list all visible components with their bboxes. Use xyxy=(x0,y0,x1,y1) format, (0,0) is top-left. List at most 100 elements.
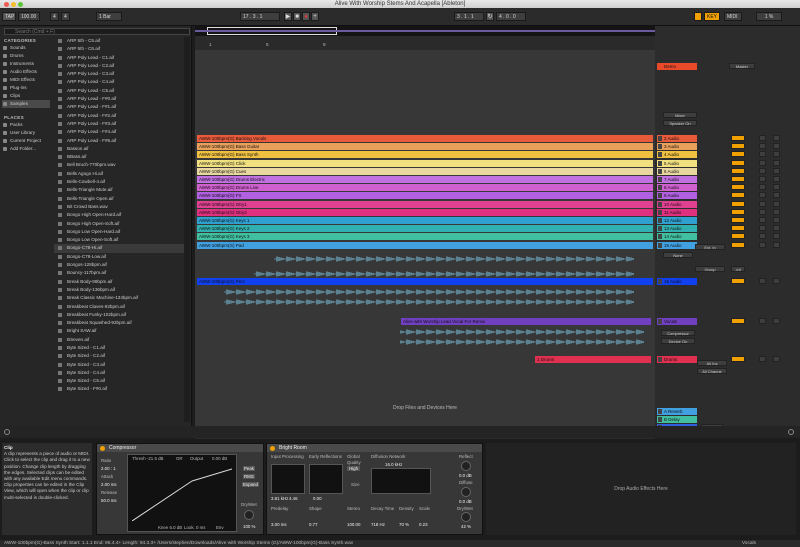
track-fold-icon[interactable] xyxy=(658,201,662,207)
demo-title-bar[interactable]: Demo xyxy=(657,63,697,70)
arm-button[interactable] xyxy=(773,225,780,232)
diffuse-value[interactable]: 0.0 dB xyxy=(459,499,472,504)
solo-button[interactable] xyxy=(759,233,766,240)
category-item[interactable]: Clips xyxy=(2,92,50,100)
return-title-bar[interactable]: B Delay xyxy=(657,416,697,423)
track-lane[interactable]: AWW-100bpm(G) Drums Electric xyxy=(195,176,655,184)
overdub-icon[interactable]: + xyxy=(311,12,319,21)
file-item[interactable]: ARP Poly Lead - C4.aif xyxy=(54,78,184,86)
arm-button[interactable] xyxy=(773,318,780,324)
file-item[interactable]: Bells-Triangle Mute.aif xyxy=(54,186,184,194)
arm-button[interactable] xyxy=(773,208,780,215)
file-item[interactable]: Bright SAW.aif xyxy=(54,327,184,335)
compressor-display[interactable]: Thresh -21.5 dB GR Output 0.00 dB Knee 6… xyxy=(127,454,237,532)
mixer-button[interactable]: Mixer xyxy=(663,112,697,118)
track-lane[interactable]: AWW-100bpm(G) Gtry2 xyxy=(195,208,655,217)
track-title-bar[interactable]: 14 Audio xyxy=(657,233,697,241)
audio-clip[interactable]: AWW-100bpm(G) Backing Vocals xyxy=(197,135,653,142)
track-title-bar[interactable]: 5 Audio xyxy=(657,159,697,167)
track-volume[interactable] xyxy=(731,184,745,191)
lookahead-value[interactable]: Look. 0 ms xyxy=(184,525,205,530)
midi-map-button[interactable]: MIDI xyxy=(724,12,742,21)
solo-button[interactable] xyxy=(759,241,766,248)
file-item[interactable]: ARP Poly Lead - F#3.aif xyxy=(54,120,184,128)
solo-button[interactable] xyxy=(759,278,766,284)
lowcut-value[interactable]: 3.81 kHz xyxy=(271,496,288,501)
track-lane[interactable]: AWW-100bpm(G) Pad xyxy=(195,241,655,250)
solo-button[interactable] xyxy=(759,356,766,362)
diffusion-display[interactable] xyxy=(371,468,431,494)
spin-value[interactable]: 0.00 xyxy=(313,496,322,501)
output-value[interactable]: 0.00 dB xyxy=(212,456,227,461)
track-title-bar[interactable]: Drums xyxy=(657,356,697,363)
attack-value[interactable]: 2.00 ms xyxy=(101,482,117,487)
track-title-bar[interactable]: 8 Audio xyxy=(657,184,697,192)
audio-clip[interactable]: 1 Drums xyxy=(535,356,651,363)
audio-clip[interactable]: AWW-100bpm(G) Pad xyxy=(197,241,653,249)
file-item[interactable]: ARP Poly Lead - C3.aif xyxy=(54,70,184,78)
volume-readout[interactable]: -inf xyxy=(731,266,745,272)
track-title-bar[interactable]: Vocals xyxy=(657,318,697,325)
category-item[interactable]: Samples xyxy=(2,100,50,108)
reflect-knob[interactable] xyxy=(461,461,471,471)
file-item[interactable]: Bongo High Open-Hard.aif xyxy=(54,211,184,219)
file-item[interactable]: Bells Agogo Hi.aif xyxy=(54,170,184,178)
arm-button[interactable] xyxy=(773,217,780,223)
category-item[interactable]: Drums xyxy=(2,52,50,60)
track-fold-icon[interactable] xyxy=(658,152,662,158)
track-fold-icon[interactable] xyxy=(658,234,662,240)
browser-search-input[interactable]: Search (Cmd + F) xyxy=(4,28,190,35)
track-fold-icon[interactable] xyxy=(658,177,662,182)
file-item[interactable]: ARP Poly Lead - C2.aif xyxy=(54,62,184,70)
category-item[interactable]: Plug-ins xyxy=(2,84,50,92)
audio-clip[interactable]: AWW-100bpm(G) Bass Synth xyxy=(197,151,653,159)
track-fold-icon[interactable] xyxy=(658,185,662,191)
arm-button[interactable] xyxy=(773,176,780,182)
track-fold-icon[interactable] xyxy=(658,357,662,362)
track-fold-icon[interactable] xyxy=(658,279,662,284)
place-item[interactable]: User Library xyxy=(2,129,50,137)
audio-clip[interactable]: Alive with Worship Lead Vocal For Remix xyxy=(401,318,651,325)
file-item[interactable]: Byte Sized - F#0.aif xyxy=(54,385,184,393)
place-item[interactable]: Add Folder... xyxy=(2,145,50,153)
track-title-bar[interactable]: 15 Audio xyxy=(657,241,697,249)
arm-button[interactable] xyxy=(773,233,780,240)
file-item[interactable]: ARP Poly Lead - F#0.aif xyxy=(54,95,184,103)
input-channel-select[interactable]: Device On xyxy=(661,338,695,344)
arm-button[interactable] xyxy=(773,135,780,141)
track-title-bar[interactable]: 2 Audio xyxy=(657,135,697,142)
beat-time-ruler[interactable]: 1 5 9 xyxy=(195,36,655,50)
track-title-bar[interactable]: 6 Audio xyxy=(657,167,697,175)
diffusion-freq-value[interactable]: 16.0 kHz xyxy=(385,462,402,467)
track-lane[interactable]: AWW-100bpm(G) Drums Live xyxy=(195,184,655,192)
input-type-select[interactable]: Compressor xyxy=(661,330,695,336)
audio-clip[interactable]: AWW-100bpm(G) Click xyxy=(197,159,653,167)
track-lane[interactable]: AWW-100bpm(G) Backing Vocals xyxy=(195,135,655,143)
file-item[interactable]: Breakbeat Squashed-92bpm.aif xyxy=(54,319,184,327)
arm-button[interactable] xyxy=(773,278,780,284)
file-item[interactable]: BBass.aif xyxy=(54,153,184,161)
arm-button[interactable] xyxy=(773,167,780,174)
play-icon[interactable]: ▶ xyxy=(284,12,292,21)
file-item[interactable]: ARP Poly Lead - C1.aif xyxy=(54,54,184,62)
track-lane[interactable]: AWW-100bpm(G) Keys 2 xyxy=(195,225,655,233)
file-item[interactable]: Bell Bruch-770bpm.wav xyxy=(54,161,184,169)
track-fold-icon[interactable] xyxy=(658,136,662,141)
file-item[interactable]: ARP 5th - C6.aif xyxy=(54,45,184,53)
solo-button[interactable] xyxy=(759,184,766,191)
release-value[interactable]: 50.0 ms xyxy=(101,498,117,503)
signature-denominator[interactable]: 4 xyxy=(61,12,70,21)
solo-button[interactable] xyxy=(759,208,766,215)
category-item[interactable]: Audio Effects xyxy=(2,68,50,76)
track-title-bar[interactable]: 4 Audio xyxy=(657,151,697,159)
solo-button[interactable] xyxy=(759,217,766,223)
env-label[interactable]: Env xyxy=(216,525,224,530)
loop-icon[interactable]: ↻ xyxy=(486,12,494,21)
solo-button[interactable] xyxy=(759,167,766,174)
drywet-value[interactable]: 100 % xyxy=(243,524,255,529)
track-volume[interactable] xyxy=(731,278,745,284)
highcut-value[interactable]: 4.46 xyxy=(289,496,298,501)
diffuse-knob[interactable] xyxy=(461,487,471,497)
predelay-value[interactable]: 3.00 ms xyxy=(271,522,287,527)
file-item[interactable]: Break Classic Machine-134bpm.aif xyxy=(54,294,184,302)
